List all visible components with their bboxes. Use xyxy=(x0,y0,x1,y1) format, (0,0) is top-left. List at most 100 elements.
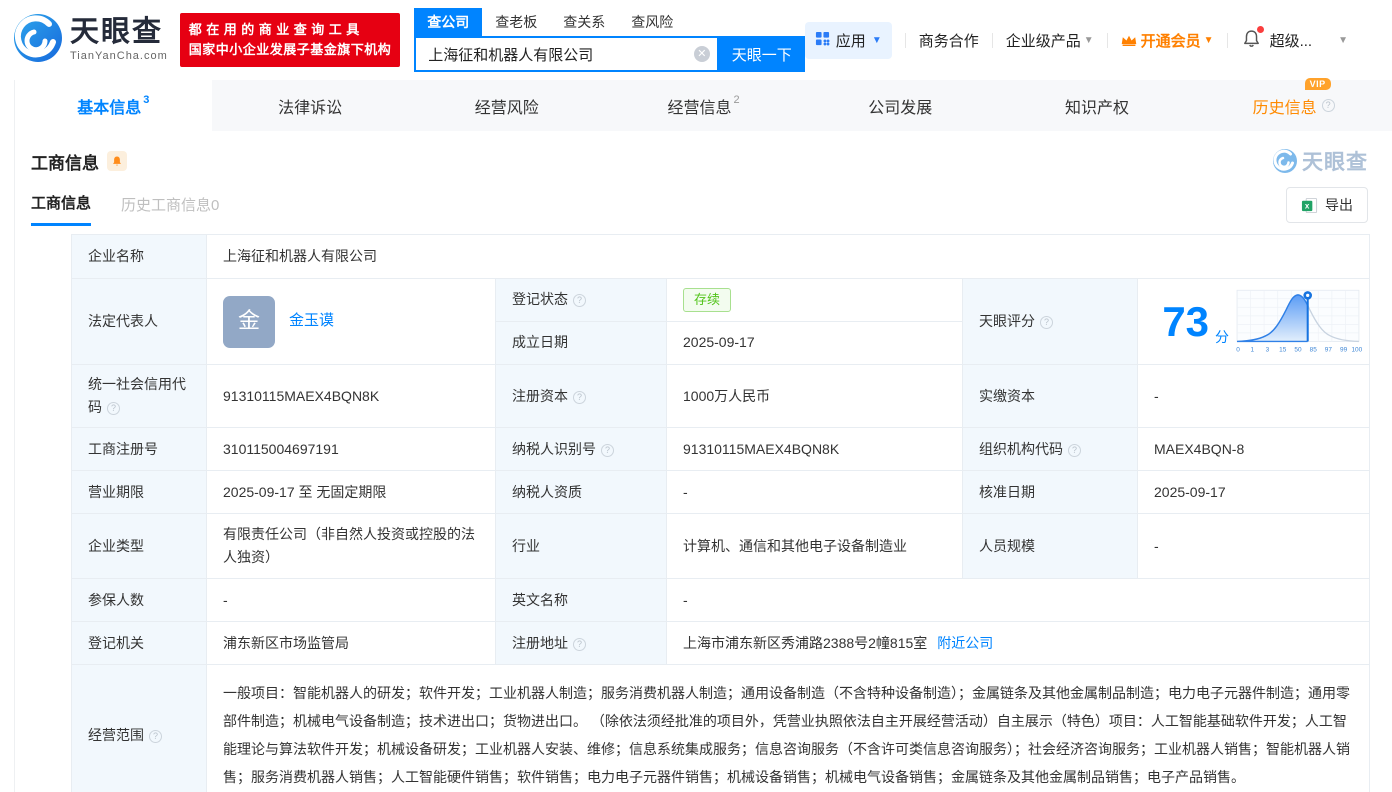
svg-text:50: 50 xyxy=(1294,346,1302,353)
search-tab-boss[interactable]: 查老板 xyxy=(482,8,550,36)
logo-domain: TianYanCha.com xyxy=(70,50,168,62)
tab-history-info[interactable]: 历史信息 VIP ? xyxy=(1195,77,1392,131)
field-label: 登记状态? xyxy=(495,278,667,322)
export-button[interactable]: x 导出 xyxy=(1286,187,1368,223)
crown-icon xyxy=(1121,35,1136,46)
table-row: 经营范围? 一般项目：智能机器人的研发；软件开发；工业机器人制造；服务消费机器人… xyxy=(71,664,1371,792)
divider xyxy=(904,32,906,48)
field-label: 纳税人资质 xyxy=(495,470,667,515)
banner-line2: 国家中小企业发展子基金旗下机构 xyxy=(188,42,392,57)
app-grid-icon xyxy=(815,31,830,50)
search-area: 查公司 查老板 查关系 查风险 ✕ 天眼一下 xyxy=(414,8,805,72)
tianyancha-swirl-icon xyxy=(1273,149,1297,173)
tab-intellectual-property[interactable]: 知识产权 xyxy=(999,80,1196,131)
company-tabbar: 基本信息 3 法律诉讼 经营风险 经营信息 2 公司发展 知识产权 历史信息 V… xyxy=(15,77,1392,131)
search-tab-relation[interactable]: 查关系 xyxy=(550,8,618,36)
reg-capital-value: 1000万人民币 xyxy=(666,363,963,429)
field-label: 注册资本? xyxy=(495,363,667,429)
reg-address-value: 上海市浦东新区秀浦路2388号2幢815室 xyxy=(683,634,928,651)
search-tab-company[interactable]: 查公司 xyxy=(414,8,483,36)
help-icon[interactable]: ? xyxy=(1068,443,1081,457)
field-label: 统一社会信用代码? xyxy=(71,363,207,429)
logo-title: 天眼查 xyxy=(70,16,164,48)
banner-line1: 都在用的商业查询工具 xyxy=(188,21,364,37)
tab-label: 公司发展 xyxy=(868,99,933,117)
reg-number-value: 310115004697191 xyxy=(206,427,496,472)
svg-text:x: x xyxy=(1305,201,1310,210)
search-input[interactable] xyxy=(414,36,719,72)
section-header: 工商信息 天眼查 xyxy=(15,131,1392,180)
main-content: 基本信息 3 法律诉讼 经营风险 经营信息 2 公司发展 知识产权 历史信息 V… xyxy=(14,77,1392,792)
help-icon[interactable]: ? xyxy=(573,637,586,651)
tab-operating-info[interactable]: 经营信息 2 xyxy=(605,80,802,131)
super-vip-label: 超级... xyxy=(1269,32,1313,50)
subtab-history-business-info[interactable]: 历史工商信息0 xyxy=(121,186,219,225)
section-title: 工商信息 xyxy=(31,153,99,173)
field-label: 企业类型 xyxy=(71,513,207,580)
help-icon[interactable]: ? xyxy=(573,294,586,308)
svg-text:85: 85 xyxy=(1310,346,1318,353)
search-tab-risk[interactable]: 查风险 xyxy=(618,8,686,36)
field-label: 实缴资本 xyxy=(962,363,1138,429)
search-tabs: 查公司 查老板 查关系 查风险 xyxy=(414,8,805,36)
chevron-down-icon: ▼ xyxy=(1203,34,1214,46)
open-vip-menu[interactable]: 开通会员 ▼ xyxy=(1121,30,1214,51)
company-name-value: 上海征和机器人有限公司 xyxy=(205,234,1371,279)
field-label: 成立日期 xyxy=(495,321,667,365)
field-label: 法定代表人 xyxy=(71,278,207,365)
open-vip-label: 开通会员 xyxy=(1140,32,1201,50)
subtab-row: 工商信息 历史工商信息0 x 导出 xyxy=(15,180,1392,226)
svg-text:100: 100 xyxy=(1352,346,1363,353)
help-icon[interactable]: ? xyxy=(601,443,614,457)
establish-date-value: 2025-09-17 xyxy=(666,321,963,365)
reg-status-cell: 存续 xyxy=(666,278,963,322)
field-label: 核准日期 xyxy=(962,470,1138,515)
subtab-business-info[interactable]: 工商信息 xyxy=(31,184,92,226)
search-button[interactable]: 天眼一下 xyxy=(718,36,805,72)
help-icon[interactable]: ? xyxy=(1040,315,1053,329)
tab-label: 基本信息 xyxy=(77,99,142,117)
notification-bell-icon[interactable] xyxy=(1241,25,1264,53)
legal-rep-link[interactable]: 金玉谟 xyxy=(289,309,334,334)
reg-authority-value: 浦东新区市场监管局 xyxy=(206,621,496,666)
tab-company-development[interactable]: 公司发展 xyxy=(802,80,999,131)
apps-menu[interactable]: 应用 ▼ xyxy=(804,21,892,59)
score-unit: 分 xyxy=(1215,329,1230,346)
help-icon[interactable]: ? xyxy=(1321,99,1335,112)
super-vip-menu[interactable]: 超级... ▼ xyxy=(1270,30,1348,51)
credit-code-value: 91310115MAEX4BQN8K xyxy=(206,363,496,429)
svg-text:99: 99 xyxy=(1340,346,1348,353)
tianyancha-logo[interactable]: 天眼查 TianYanCha.com xyxy=(12,12,168,69)
help-icon[interactable]: ? xyxy=(573,390,586,404)
subscribe-bell-button[interactable] xyxy=(107,151,127,171)
vip-badge: VIP xyxy=(1304,77,1331,90)
enterprise-products-menu[interactable]: 企业级产品 ▼ xyxy=(1006,30,1094,51)
help-icon[interactable]: ? xyxy=(149,729,162,743)
nearby-companies-link[interactable]: 附近公司 xyxy=(937,632,993,655)
help-icon[interactable]: ? xyxy=(107,402,120,416)
svg-text:1: 1 xyxy=(1251,346,1255,353)
field-label: 行业 xyxy=(495,513,667,580)
clear-search-icon[interactable]: ✕ xyxy=(693,46,710,62)
tab-operating-risk[interactable]: 经营风险 xyxy=(408,80,605,131)
company-type-value: 有限责任公司（非自然人投资或控股的法人独资） xyxy=(206,513,496,580)
chevron-down-icon: ▼ xyxy=(871,34,882,46)
field-label: 英文名称 xyxy=(495,578,667,623)
promo-banner: 都在用的商业查询工具 国家中小企业发展子基金旗下机构 xyxy=(179,12,401,68)
table-row: 统一社会信用代码? 91310115MAEX4BQN8K 注册资本? 1000万… xyxy=(71,363,1371,429)
tab-label: 历史信息 xyxy=(1252,99,1317,117)
tab-label: 经营风险 xyxy=(474,99,539,117)
chevron-down-icon: ▼ xyxy=(1338,34,1348,46)
tab-label: 法律诉讼 xyxy=(278,99,343,117)
watermark-logo: 天眼查 xyxy=(1272,146,1368,176)
bell-icon xyxy=(113,156,121,166)
field-label: 人员规模 xyxy=(962,513,1138,580)
business-scope-value: 一般项目：智能机器人的研发；软件开发；工业机器人制造；服务消费机器人制造；通用设… xyxy=(205,664,1371,792)
field-label: 经营范围? xyxy=(71,664,207,792)
reg-address-cell: 上海市浦东新区秀浦路2388号2幢815室 附近公司 xyxy=(665,621,1371,666)
tab-basic-info[interactable]: 基本信息 3 xyxy=(15,80,212,131)
business-cooperation-link[interactable]: 商务合作 xyxy=(919,30,979,51)
field-label: 参保人数 xyxy=(71,578,207,623)
tab-legal-proceedings[interactable]: 法律诉讼 xyxy=(212,80,409,131)
table-row: 参保人数 - 英文名称 - xyxy=(71,578,1371,623)
